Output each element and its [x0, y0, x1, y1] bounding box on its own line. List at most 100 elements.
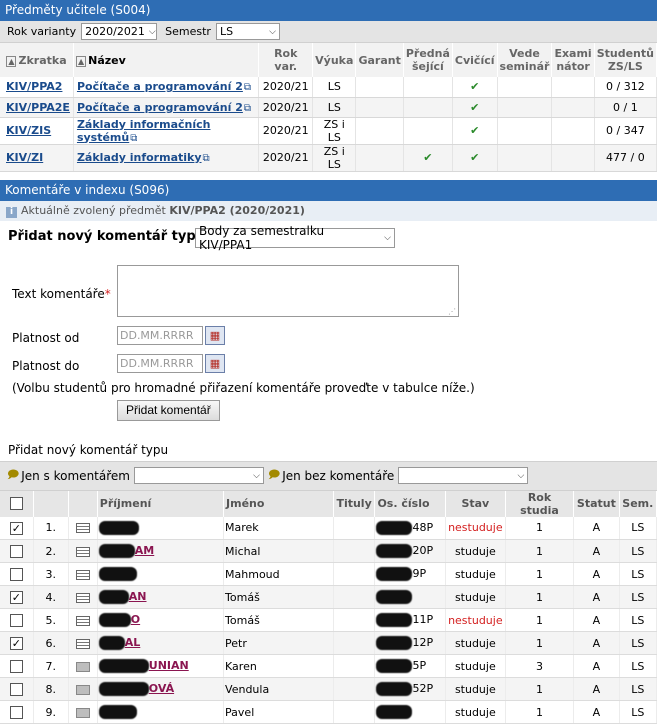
subject-examiner: [552, 144, 594, 171]
calendar-icon[interactable]: ▦: [205, 354, 225, 373]
valid-from-label: Platnost od: [12, 331, 79, 345]
without-comment-select[interactable]: ⌵: [398, 467, 528, 484]
comment-doc-icon[interactable]: [76, 616, 90, 626]
student-checkbox[interactable]: ✓: [10, 591, 23, 604]
student-row: 3.Mahmoud9Pstuduje1ALS: [0, 563, 657, 586]
col-nazev[interactable]: ▲Název: [73, 43, 258, 77]
subject-name-cell: Základy informačních systémů⧉: [73, 117, 258, 144]
student-checkbox[interactable]: [10, 660, 23, 673]
student-checkbox[interactable]: ✓: [10, 637, 23, 650]
comment-doc-icon[interactable]: [76, 523, 90, 533]
redacted-os-number: [376, 544, 412, 558]
subject-code-link[interactable]: KIV/ZIS: [6, 124, 51, 137]
redacted-surname: [99, 567, 137, 581]
subject-tutor: ✔: [452, 144, 497, 171]
student-year: 1: [505, 540, 573, 563]
redacted-os-number: [376, 613, 412, 627]
student-select-cell: [0, 655, 33, 678]
comment-doc-icon[interactable]: [76, 547, 90, 557]
subject-code-link[interactable]: KIV/PPA2: [6, 80, 62, 93]
chevron-down-icon: ⌵: [384, 233, 391, 243]
student-year: 1: [505, 517, 573, 540]
resize-handle-icon[interactable]: ⋰: [448, 307, 456, 316]
external-link-icon[interactable]: ⧉: [244, 82, 251, 93]
comment-textarea[interactable]: ⋰: [117, 265, 459, 317]
student-surname-link[interactable]: AL: [125, 636, 141, 649]
subject-row: KIV/ZISZáklady informačních systémů⧉2020…: [0, 117, 657, 144]
student-checkbox[interactable]: [10, 545, 23, 558]
subjects-panel-title: Předměty učitele (S004): [0, 0, 657, 21]
col-year: Rok studia: [505, 491, 573, 517]
valid-from-input[interactable]: DD.MM.RRRR: [117, 326, 203, 345]
with-comment-select[interactable]: ⌵: [134, 467, 264, 484]
variant-select[interactable]: 2020/2021 ⌵: [81, 23, 157, 40]
external-link-icon[interactable]: ⧉: [130, 133, 137, 144]
comment-doc-icon[interactable]: [76, 570, 90, 580]
student-titles: [333, 517, 375, 540]
subject-name-link[interactable]: Základy informačních systémů: [77, 118, 211, 144]
student-checkbox[interactable]: [10, 568, 23, 581]
subject-code-cell: KIV/PPA2E: [0, 97, 73, 117]
subject-garant: [356, 77, 403, 97]
student-checkbox[interactable]: [10, 683, 23, 696]
student-name: Petr: [224, 632, 334, 655]
comment-doc-icon[interactable]: [76, 708, 90, 718]
col-garant: Garant: [356, 43, 403, 77]
subject-name-link[interactable]: Počítače a programování 2: [77, 101, 243, 114]
add-comment-button[interactable]: Přidat komentář: [117, 400, 220, 421]
student-sem: LS: [619, 609, 656, 632]
col-index: [33, 491, 68, 517]
redacted-os-number: [376, 682, 412, 696]
col-prednasejici: Přednášející: [403, 43, 452, 77]
comment-doc-icon[interactable]: [76, 662, 90, 672]
student-index: 3.: [33, 563, 68, 586]
subject-name-cell: Základy informatiky⧉: [73, 144, 258, 171]
student-checkbox[interactable]: [10, 706, 23, 719]
student-index: 2.: [33, 540, 68, 563]
semester-select[interactable]: LS ⌵: [216, 23, 280, 40]
comment-doc-icon[interactable]: [76, 685, 90, 695]
col-zkratka[interactable]: ▲Zkratka: [0, 43, 73, 77]
student-year: 1: [505, 678, 573, 701]
subject-garant: [356, 144, 403, 171]
subject-lecturer: [403, 77, 452, 97]
external-link-icon[interactable]: ⧉: [203, 153, 210, 164]
redacted-os-number: [376, 590, 412, 604]
comment-type-select[interactable]: Body za semestralku KIV/PPA1 ⌵: [195, 228, 395, 248]
subject-code-link[interactable]: KIV/PPA2E: [6, 101, 70, 114]
comment-doc-icon[interactable]: [76, 593, 90, 603]
student-os-cell: [375, 586, 445, 609]
subject-name-link[interactable]: Počítače a programování 2: [77, 80, 243, 93]
select-all-checkbox[interactable]: [10, 497, 23, 510]
valid-to-input[interactable]: DD.MM.RRRR: [117, 354, 203, 373]
student-surname-link[interactable]: O: [131, 613, 140, 626]
student-surname-link[interactable]: OVÁ: [149, 682, 174, 695]
student-checkbox[interactable]: ✓: [10, 522, 23, 535]
student-surname-link[interactable]: AN: [129, 590, 147, 603]
subject-name-link[interactable]: Základy informatiky: [77, 151, 202, 164]
students-table: Příjmení Jméno Tituly Os. číslo Stav Rok…: [0, 491, 657, 724]
calendar-icon[interactable]: ▦: [205, 326, 225, 345]
student-row: 2.AMMichal20Pstuduje1ALS: [0, 540, 657, 563]
student-os-cell: 9P: [375, 563, 445, 586]
subject-year: 2020/21: [259, 144, 313, 171]
student-surname-cell: [97, 517, 223, 540]
student-surname-link[interactable]: AM: [135, 544, 154, 557]
external-link-icon[interactable]: ⧉: [244, 103, 251, 114]
subject-seminar: [497, 97, 552, 117]
student-surname-link[interactable]: UNIAN: [149, 659, 189, 672]
student-icon-cell: [68, 678, 97, 701]
student-row: 9.Pavelstuduje1ALS: [0, 701, 657, 724]
comment-doc-icon[interactable]: [76, 639, 90, 649]
student-os-tail: 52P: [412, 682, 433, 695]
student-checkbox[interactable]: [10, 614, 23, 627]
student-sem: LS: [619, 563, 656, 586]
student-icon-cell: [68, 701, 97, 724]
student-year: 1: [505, 586, 573, 609]
subject-code-cell: KIV/ZIS: [0, 117, 73, 144]
info-prefix: Aktuálně zvolený předmět: [21, 204, 166, 217]
subject-code-link[interactable]: KIV/ZI: [6, 151, 43, 164]
student-os-cell: 12P: [375, 632, 445, 655]
select-all-header[interactable]: [0, 491, 33, 517]
student-titles: [333, 678, 375, 701]
